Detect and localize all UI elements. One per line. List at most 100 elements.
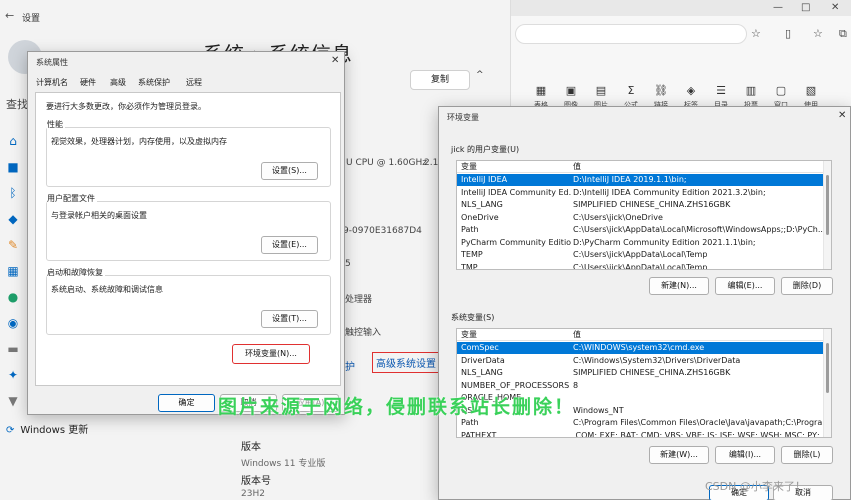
user-vars-table: 变量 值 IntelliJ IDEA D:\IntelliJ IDEA 2019.… — [456, 160, 832, 270]
dialog-title: 环境变量 — [447, 113, 479, 122]
network-icon[interactable]: ◆ — [6, 212, 20, 226]
processor-fragment: 处理器 — [345, 295, 373, 305]
close-icon[interactable]: ✕ — [838, 110, 846, 121]
variable-name: PyCharm Community Edition — [461, 237, 571, 247]
toolbar-icon[interactable]: Σ — [619, 84, 643, 97]
tab-advanced[interactable]: 高级 — [110, 77, 126, 88]
startup-recovery-settings-button[interactable]: 设置(T)... — [261, 310, 318, 328]
user-profiles-group: 用户配置文件 与登录帐户相关的桌面设置 设置(E)... — [46, 193, 331, 261]
chevron-up-icon[interactable]: ^ — [476, 70, 484, 80]
variable-name: Path — [461, 225, 479, 234]
user-profiles-settings-button[interactable]: 设置(E)... — [261, 236, 318, 254]
table-row[interactable]: TEMP C:\Users\jick\AppData\Local\Temp — [457, 249, 825, 261]
accessibility-icon[interactable]: ✦ — [6, 368, 20, 382]
scrollbar[interactable] — [823, 161, 831, 269]
search-input[interactable]: 查找 — [6, 96, 28, 112]
table-row[interactable]: PyCharm Community Edition D:\PyCharm Comm… — [457, 237, 825, 249]
variable-value: SIMPLIFIED CHINESE_CHINA.ZHS16GBK — [573, 368, 731, 377]
variable-name: TEMP — [461, 250, 483, 259]
close-icon[interactable]: ✕ — [331, 55, 339, 66]
split-view-icon[interactable]: ▯ — [785, 27, 791, 40]
build-value: 23H2 — [241, 489, 265, 499]
variable-name: ComSpec — [461, 343, 499, 352]
table-row[interactable]: NUMBER_OF_PROCESSORS 8 — [457, 380, 825, 392]
table-row[interactable]: ComSpec C:\WINDOWS\system32\cmd.exe — [457, 342, 825, 354]
variable-name: IntelliJ IDEA Community Ed... — [461, 187, 571, 197]
table-row[interactable]: PATHEXT .COM;.EXE;.BAT;.CMD;.VBS;.VBE;.JS… — [457, 430, 825, 438]
toolbar-icon[interactable]: ▣ — [559, 84, 583, 97]
table-row[interactable]: NLS_LANG SIMPLIFIED CHINESE_CHINA.ZHS16GB… — [457, 199, 825, 211]
accounts-icon[interactable]: ● — [6, 290, 20, 304]
variable-value: C:\Windows\System32\Drivers\DriverData — [573, 355, 741, 365]
watermark-text: 图片来源于网络，侵删联系站长删除！ — [218, 396, 576, 418]
toolbar-icon[interactable]: ☰ — [709, 84, 733, 97]
favorite-star-icon[interactable]: ☆ — [751, 27, 761, 40]
maximize-icon[interactable]: □ — [801, 2, 810, 13]
tab-hardware[interactable]: 硬件 — [80, 77, 96, 88]
bluetooth-icon[interactable]: ᛒ — [6, 186, 20, 200]
variable-value: D:\PyCharm Community Edition 2021.1.1\bi… — [573, 237, 756, 247]
variable-name: PATHEXT — [461, 430, 497, 438]
toolbar-icon[interactable]: ▦ — [529, 84, 553, 97]
table-row[interactable]: IntelliJ IDEA Community Ed... D:\IntelliJ… — [457, 187, 825, 199]
copy-button[interactable]: 复制 — [410, 70, 470, 90]
variable-value: D:\IntelliJ IDEA 2019.1.1\bin; — [573, 175, 687, 184]
system-new-button[interactable]: 新建(W)... — [649, 446, 709, 464]
gaming-icon[interactable]: ▬ — [6, 342, 20, 356]
performance-label: 性能 — [47, 119, 65, 130]
startup-recovery-desc: 系统启动、系统故障和调试信息 — [51, 285, 163, 294]
back-arrow-icon[interactable]: ← — [5, 9, 14, 22]
minimize-icon[interactable]: — — [773, 2, 783, 13]
scroll-thumb[interactable] — [826, 175, 829, 235]
close-icon[interactable]: ✕ — [831, 2, 839, 13]
toolbar-icon[interactable]: ▧ — [799, 84, 823, 97]
system-icon[interactable]: ■ — [6, 160, 20, 174]
home-icon[interactable]: ⌂ — [6, 134, 20, 148]
toolbar-icon[interactable]: ◈ — [679, 84, 703, 97]
time-language-icon[interactable]: ◉ — [6, 316, 20, 330]
tab-computer-name[interactable]: 计算机名 — [36, 77, 68, 88]
system-delete-button[interactable]: 删除(L) — [781, 446, 833, 464]
environment-variables-button[interactable]: 环境变量(N)... — [232, 344, 310, 364]
scrollbar[interactable] — [823, 329, 831, 437]
tab-system-protection[interactable]: 系统保护 — [138, 77, 170, 88]
personalization-icon[interactable]: ✎ — [6, 238, 20, 252]
system-edit-button[interactable]: 编辑(I)... — [715, 446, 775, 464]
table-row[interactable]: DriverData C:\Windows\System32\Drivers\Dr… — [457, 355, 825, 367]
user-profiles-desc: 与登录帐户相关的桌面设置 — [51, 211, 147, 220]
variable-name: OneDrive — [461, 212, 499, 222]
performance-desc: 视觉效果，处理器计划，内存使用，以及虚拟内存 — [51, 137, 227, 146]
toolbar-icon[interactable]: ⛓ — [649, 84, 673, 97]
toolbar-icon[interactable]: ▢ — [769, 84, 793, 97]
table-row[interactable]: TMP C:\Users\jick\AppData\Local\Temp — [457, 262, 825, 270]
version-label: 版本 — [241, 442, 261, 453]
collections-icon[interactable]: ⧉ — [839, 27, 847, 41]
table-row[interactable]: Path C:\Users\jick\AppData\Local\Microsof… — [457, 224, 825, 236]
toolbar-icon[interactable]: ▥ — [739, 84, 763, 97]
user-delete-button[interactable]: 删除(D) — [781, 277, 833, 295]
privacy-shield-icon[interactable]: ▼ — [6, 394, 20, 408]
favorites-icon[interactable]: ☆ — [813, 27, 823, 40]
user-new-button[interactable]: 新建(N)... — [649, 277, 709, 295]
table-row[interactable]: OneDrive C:\Users\jick\OneDrive — [457, 212, 825, 224]
toolbar-icon[interactable]: ▤ — [589, 84, 613, 97]
table-row[interactable]: NLS_LANG SIMPLIFIED CHINESE_CHINA.ZHS16GB… — [457, 367, 825, 379]
tab-remote[interactable]: 远程 — [186, 77, 202, 88]
apps-icon[interactable]: ▦ — [6, 264, 20, 278]
sidebar-item-windows-update[interactable]: ⟳ Windows 更新 — [6, 421, 88, 436]
startup-recovery-group: 启动和故障恢复 系统启动、系统故障和调试信息 设置(T)... — [46, 267, 331, 335]
user-edit-button[interactable]: 编辑(E)... — [715, 277, 775, 295]
variable-value: C:\Users\jick\AppData\Local\Temp — [573, 250, 708, 259]
ok-button[interactable]: 确定 — [158, 394, 215, 412]
advanced-system-settings-link[interactable]: 高级系统设置 — [372, 352, 440, 373]
device-id-fragment: 9-0970E31687D4 — [343, 226, 422, 236]
system-vars-table: 变量 值 ComSpec C:\WINDOWS\system32\cmd.exe D… — [456, 328, 832, 438]
table-row[interactable]: IntelliJ IDEA D:\IntelliJ IDEA 2019.1.1\b… — [457, 174, 825, 186]
scroll-thumb[interactable] — [826, 343, 829, 393]
system-protection-link[interactable]: 护 — [345, 358, 355, 373]
performance-group: 性能 视觉效果，处理器计划，内存使用，以及虚拟内存 设置(S)... — [46, 119, 331, 187]
address-bar[interactable] — [515, 24, 747, 44]
performance-settings-button[interactable]: 设置(S)... — [261, 162, 318, 180]
col-value: 值 — [573, 162, 581, 171]
variable-value: C:\Users\jick\AppData\Local\Microsoft\Wi… — [573, 225, 823, 234]
